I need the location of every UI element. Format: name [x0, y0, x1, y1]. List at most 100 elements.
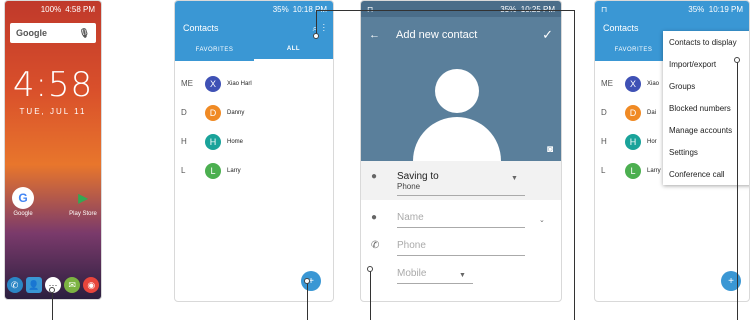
page-title: Add new contact [396, 29, 478, 41]
person-icon: ● [371, 212, 378, 223]
messages-icon[interactable]: ✉ [64, 277, 81, 293]
play-store-icon: ▶ [78, 191, 88, 205]
camera-icon[interactable]: ◙ [547, 144, 553, 155]
callout-dot [734, 57, 740, 63]
phone-icon[interactable]: ✆ [6, 277, 23, 293]
account-icon: ● [371, 171, 378, 182]
google-search-label: Google [16, 28, 47, 38]
google-icon: G [12, 187, 34, 209]
saving-to-selector[interactable]: ● Saving to Phone ▼ [361, 161, 561, 200]
contacts-icon[interactable]: 👤 [25, 277, 42, 293]
menu-item-contacts-to-display[interactable]: Contacts to display [663, 31, 749, 53]
lock-icon: ⊓ [367, 4, 374, 14]
home-screen: 100% 4:58 PM Google 🎙 4:58 TUE, JUL 11 G… [4, 0, 102, 300]
dropdown-caret-icon: ▼ [459, 272, 466, 279]
home-date: TUE, JUL 11 [19, 107, 87, 116]
add-contact-screen: ⊓ 35% 10:25 PM ← Add new contact ✓ ◙ ● S… [360, 0, 562, 302]
contact-name: Xiao [647, 80, 660, 87]
contact-name: Dai [647, 109, 657, 116]
tab-all[interactable]: ALL [254, 39, 333, 61]
contacts-menu-screen: ⊓ 35% 10:19 PM Contacts FAVORITES ME X X… [594, 0, 750, 302]
google-app[interactable]: G Google [9, 187, 37, 217]
list-item[interactable]: L L Larry [175, 156, 333, 185]
phone-icon: ✆ [371, 240, 380, 251]
avatar: D [625, 104, 641, 121]
app-title: Contacts [183, 23, 219, 33]
status-time: 10:18 PM [292, 4, 327, 14]
save-check-icon[interactable]: ✓ [542, 27, 553, 43]
contact-name: Danny [227, 109, 245, 116]
list-item[interactable]: ME X Xiao Harl [175, 69, 333, 98]
saving-to-label: Saving to [397, 171, 439, 182]
phone-field[interactable]: Phone [397, 234, 525, 256]
list-item[interactable]: H H Home [175, 127, 333, 156]
app-title: Contacts [603, 23, 639, 33]
overflow-menu-icon[interactable]: ⋮ [323, 23, 325, 33]
add-contact-button[interactable]: + [721, 271, 741, 291]
status-bar: 100% 4:58 PM [5, 1, 101, 17]
callout-line [307, 282, 308, 320]
section-letter: L [601, 166, 606, 175]
contact-name: Larry [227, 167, 241, 174]
contact-name: Xiao Harl [227, 80, 252, 87]
contact-name: Hor [647, 138, 657, 145]
avatar: X [205, 75, 221, 92]
avatar: D [205, 104, 221, 121]
battery-level: 35% [500, 4, 517, 14]
callout-dot [49, 287, 55, 293]
name-row: ● Name ⌄ [361, 206, 561, 228]
dropdown-caret-icon: ▼ [511, 175, 518, 182]
list-item[interactable]: D D Danny [175, 98, 333, 127]
callout-dot [304, 278, 310, 284]
home-clock: 4:58 [12, 65, 94, 105]
section-letter: H [181, 137, 187, 146]
section-letter: D [181, 108, 187, 117]
phone-type-row: Mobile ▼ [361, 262, 561, 284]
back-arrow-icon[interactable]: ← [369, 29, 380, 41]
add-person-icon: + [728, 275, 734, 287]
chrome-icon[interactable]: ◉ [83, 277, 100, 293]
status-time: 10:25 PM [520, 4, 555, 14]
mic-icon[interactable]: 🎙 [79, 28, 90, 39]
status-time: 4:58 PM [65, 4, 95, 14]
tab-favorites[interactable]: FAVORITES [595, 39, 672, 61]
callout-line [52, 292, 53, 320]
google-search-bar[interactable]: Google 🎙 [10, 23, 96, 43]
contact-name: Larry [647, 167, 661, 174]
avatar: H [625, 133, 641, 150]
contact-photo[interactable]: ◙ [361, 53, 561, 161]
battery-level: 100% [40, 4, 62, 14]
callout-dot [313, 33, 319, 39]
contact-name: Home [227, 138, 244, 145]
callout-line [370, 270, 371, 320]
callout-dot [367, 266, 373, 272]
section-letter: L [181, 166, 186, 175]
avatar: L [625, 162, 641, 179]
play-store-app[interactable]: ▶ Play Store [67, 187, 99, 217]
avatar: X [625, 75, 641, 92]
phone-row: ✆ Phone [361, 234, 561, 256]
callout-line [737, 62, 738, 320]
section-letter: D [601, 108, 607, 117]
avatar: H [205, 133, 221, 150]
status-time: 10:19 PM [708, 4, 743, 14]
battery-level: 35% [272, 4, 289, 14]
callout-line [316, 10, 574, 11]
expand-icon[interactable]: ⌄ [539, 216, 545, 224]
callout-line [574, 10, 575, 320]
status-bar: 35% 10:18 PM [175, 1, 333, 17]
contacts-screen: 35% 10:18 PM Contacts ⌕ ⋮ FAVORITES ALL … [174, 0, 334, 302]
battery-level: 35% [688, 4, 705, 14]
section-letter: ME [181, 79, 193, 88]
name-field[interactable]: Name [397, 206, 525, 228]
google-app-label: Google [13, 211, 33, 217]
saving-to-value: Phone [397, 182, 421, 191]
tab-favorites[interactable]: FAVORITES [175, 39, 254, 61]
status-bar: ⊓ 35% 10:19 PM [595, 1, 749, 17]
avatar: L [205, 162, 221, 179]
play-store-label: Play Store [69, 211, 97, 217]
section-letter: ME [601, 79, 613, 88]
lock-icon: ⊓ [601, 4, 608, 14]
status-bar: ⊓ 35% 10:25 PM [361, 1, 561, 17]
section-letter: H [601, 137, 607, 146]
